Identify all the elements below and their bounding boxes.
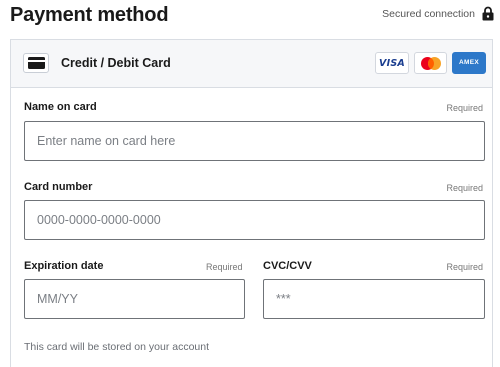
- cvc-required: Required: [446, 262, 483, 272]
- name-on-card-label: Name on card: [24, 101, 97, 113]
- card-number-field[interactable]: [24, 200, 485, 240]
- cvc-field[interactable]: [263, 279, 485, 319]
- lock-icon: [482, 6, 494, 21]
- visa-logo-icon: VISA: [375, 52, 409, 74]
- name-on-card-field[interactable]: [24, 121, 485, 161]
- payment-form: Credit / Debit Card VISA AMEX Name on ca…: [10, 39, 493, 367]
- secure-connection-label: Secured connection: [382, 7, 475, 20]
- payment-method-option[interactable]: Credit / Debit Card VISA AMEX: [11, 40, 492, 88]
- cvc-label: CVC/CVV: [263, 260, 312, 272]
- visa-logo-text: VISA: [379, 57, 405, 69]
- storage-note: This card will be stored on your account: [24, 341, 210, 353]
- page-header: Payment method Secured connection: [10, 4, 494, 30]
- card-number-label: Card number: [24, 181, 93, 193]
- secure-connection: Secured connection: [382, 6, 494, 21]
- credit-card-icon: [23, 53, 49, 73]
- page-title: Payment method: [10, 4, 169, 26]
- expiration-date-required: Required: [206, 262, 243, 272]
- amex-logo-text: AMEX: [459, 58, 479, 66]
- expiration-date-field[interactable]: [24, 279, 245, 319]
- expiration-date-label: Expiration date: [24, 260, 104, 272]
- amex-logo-icon: AMEX: [452, 52, 486, 74]
- name-on-card-required: Required: [446, 103, 483, 113]
- card-number-required: Required: [446, 183, 483, 193]
- payment-method-label: Credit / Debit Card: [61, 56, 171, 70]
- mastercard-logo-icon: [414, 52, 447, 74]
